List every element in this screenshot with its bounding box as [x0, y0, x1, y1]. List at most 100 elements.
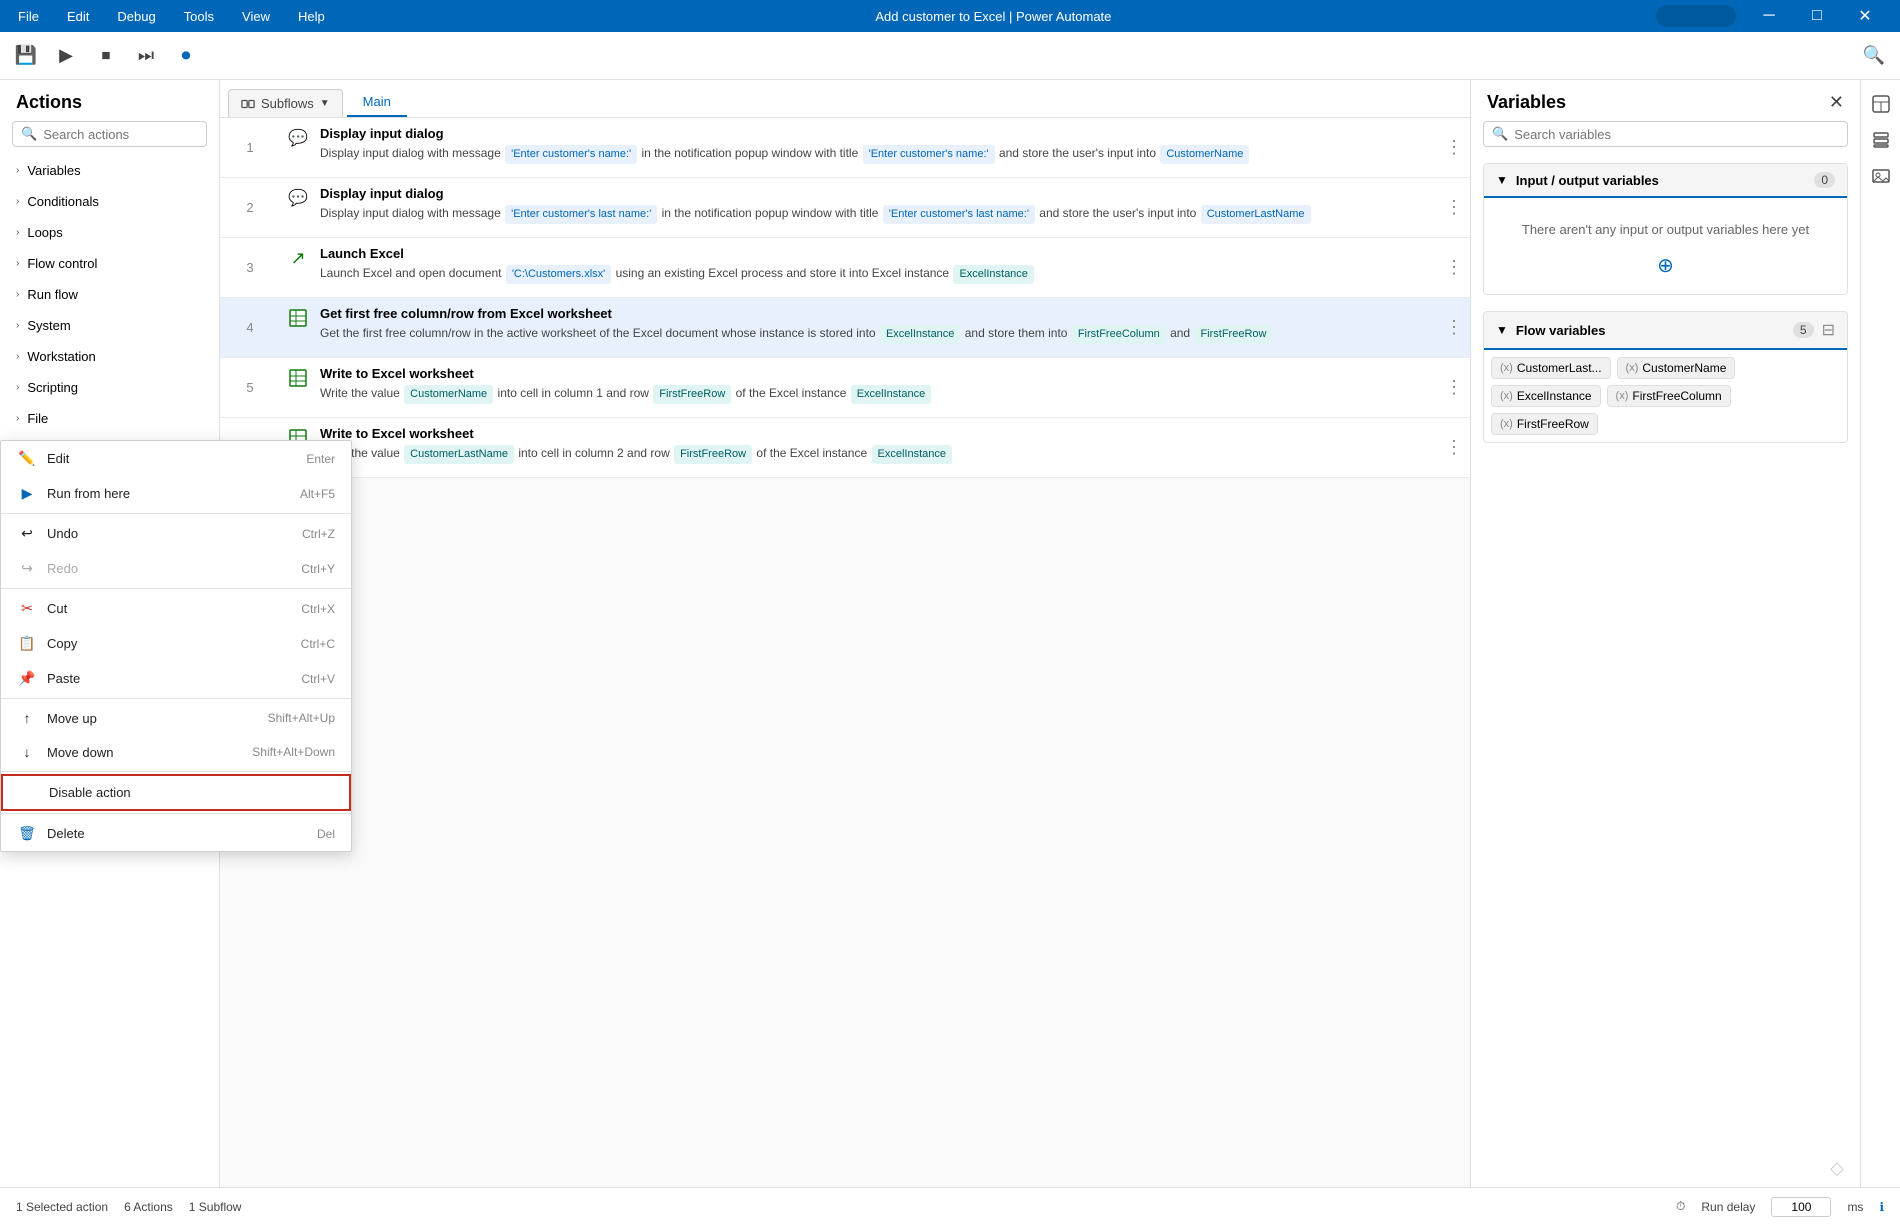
sidebar-item-scripting[interactable]: › Scripting	[0, 372, 219, 403]
step-more-button[interactable]: ⋮	[1438, 238, 1470, 297]
search-actions-input[interactable]	[43, 127, 198, 142]
context-redo[interactable]: ↪ Redo Ctrl+Y	[1, 551, 220, 586]
var-name: CustomerName	[1642, 361, 1726, 375]
step-more-button[interactable]: ⋮	[1438, 418, 1470, 477]
redo-icon: ↪	[17, 560, 37, 577]
tag: 'Enter customer's last name:'	[505, 205, 657, 224]
menu-file[interactable]: File	[12, 5, 45, 28]
context-undo[interactable]: ↩ Undo Ctrl+Z	[1, 516, 220, 551]
table-row[interactable]: 4 Get first free column/row from Excel w…	[220, 298, 1470, 358]
context-move-up[interactable]: ↑ Move up Shift+Alt+Up	[1, 701, 220, 735]
variables-panel-icon[interactable]	[1865, 88, 1897, 120]
step-more-button[interactable]: ⋮	[1438, 118, 1470, 177]
layers-icon[interactable]	[1865, 124, 1897, 156]
io-collapse-icon[interactable]: ▼	[1496, 173, 1508, 187]
search-variables-input[interactable]	[1514, 127, 1839, 142]
canvas-area: Subflows ▼ Main 1 💬 Display input dialog…	[220, 80, 1470, 1187]
menu-help[interactable]: Help	[292, 5, 331, 28]
context-edit[interactable]: ✏️ Edit Enter	[1, 441, 220, 476]
step-number: 2	[220, 178, 280, 237]
variables-close-button[interactable]: ✕	[1829, 92, 1844, 113]
flow-collapse-icon[interactable]: ▼	[1496, 323, 1508, 337]
main-layout: Actions 🔍 › Variables › Conditionals › L…	[0, 80, 1900, 1187]
table-row[interactable]: 6 Write to Excel worksheet Write the val…	[220, 418, 1470, 478]
sidebar-item-flow-control[interactable]: › Flow control	[0, 248, 219, 279]
sidebar-item-workstation[interactable]: › Workstation	[0, 341, 219, 372]
canvas-tabs: Subflows ▼ Main	[220, 80, 1470, 118]
table-row[interactable]: 2 💬 Display input dialog Display input d…	[220, 178, 1470, 238]
tag: 'Enter customer's last name:'	[883, 205, 1035, 224]
maximize-button[interactable]: □	[1794, 0, 1840, 32]
statusbar: 1 Selected action 6 Actions 1 Subflow ⏱ …	[0, 1187, 1900, 1225]
var-chip-customerlast[interactable]: (x) CustomerLast...	[1491, 357, 1611, 379]
info-icon[interactable]: ℹ	[1879, 1200, 1884, 1214]
add-io-variable-button[interactable]: ⊕	[1492, 245, 1839, 286]
step-desc: Launch Excel and open document 'C:\Custo…	[320, 264, 1430, 284]
window-title: Add customer to Excel | Power Automate	[875, 9, 1111, 24]
var-name: CustomerLast...	[1517, 361, 1602, 375]
var-chip-excelinstance[interactable]: (x) ExcelInstance	[1491, 385, 1601, 407]
step-more-button[interactable]: ⋮	[1438, 358, 1470, 417]
sidebar-item-label: Workstation	[27, 349, 95, 364]
var-chip-firstfreerow[interactable]: (x) FirstFreeRow	[1491, 413, 1598, 435]
record-button[interactable]: ⏺	[168, 38, 204, 74]
save-button[interactable]: 💾	[8, 38, 44, 74]
variables-search-box[interactable]: 🔍	[1483, 121, 1848, 147]
expand-arrow: ›	[16, 227, 19, 238]
filter-icon[interactable]: ⊟	[1822, 320, 1835, 340]
context-disable-label: Disable action	[49, 785, 131, 800]
step-icon: ↗	[280, 238, 316, 297]
menu-edit[interactable]: Edit	[61, 5, 95, 28]
context-cut[interactable]: ✂ Cut Ctrl+X	[1, 591, 220, 626]
sidebar-item-run-flow[interactable]: › Run flow	[0, 279, 219, 310]
image-icon[interactable]	[1865, 160, 1897, 192]
context-copy[interactable]: 📋 Copy Ctrl+C	[1, 626, 220, 661]
flow-section-header[interactable]: ▼ Flow variables 5 ⊟	[1484, 312, 1847, 350]
menu-debug[interactable]: Debug	[111, 5, 161, 28]
sidebar-item-variables[interactable]: › Variables	[0, 155, 219, 186]
table-row[interactable]: 3 ↗ Launch Excel Launch Excel and open d…	[220, 238, 1470, 298]
var-name: FirstFreeColumn	[1632, 389, 1721, 403]
subflows-dropdown-icon[interactable]: ▼	[320, 98, 330, 109]
context-run-from-here[interactable]: ▶ Run from here Alt+F5	[1, 476, 220, 511]
step-button[interactable]: ⏭	[128, 38, 164, 74]
close-button[interactable]: ✕	[1842, 0, 1888, 32]
stop-button[interactable]: ⏹	[88, 38, 124, 74]
io-section-header[interactable]: ▼ Input / output variables 0	[1484, 164, 1847, 198]
context-delete[interactable]: 🗑 Delete Del	[1, 816, 220, 851]
cut-icon: ✂	[17, 600, 37, 617]
step-more-button[interactable]: ⋮	[1438, 298, 1470, 357]
titlebar-menu[interactable]: File Edit Debug Tools View Help	[12, 5, 331, 28]
step-title: Get first free column/row from Excel wor…	[320, 306, 1430, 321]
tag: CustomerLastName	[404, 445, 514, 464]
minimize-button[interactable]: ─	[1746, 0, 1792, 32]
step-more-button[interactable]: ⋮	[1438, 178, 1470, 237]
sidebar-item-label: Conditionals	[27, 194, 99, 209]
table-row[interactable]: 5 Write to Excel worksheet Write the val…	[220, 358, 1470, 418]
context-disable-action[interactable]: Disable action	[1, 774, 220, 811]
var-prefix-icon: (x)	[1500, 418, 1513, 430]
var-chip-firstfreecolumn[interactable]: (x) FirstFreeColumn	[1607, 385, 1731, 407]
run-delay-input[interactable]	[1771, 1197, 1831, 1217]
sidebar-item-file[interactable]: › File	[0, 403, 219, 434]
context-move-down[interactable]: ↓ Move down Shift+Alt+Down	[1, 735, 220, 769]
sidebar-item-label: File	[27, 411, 48, 426]
sidebar-item-system[interactable]: › System	[0, 310, 219, 341]
menu-tools[interactable]: Tools	[178, 5, 220, 28]
context-paste[interactable]: 📌 Paste Ctrl+V	[1, 661, 220, 696]
tab-main[interactable]: Main	[347, 88, 407, 117]
subflow-count: 1 Subflow	[189, 1200, 242, 1214]
var-chip-customername[interactable]: (x) CustomerName	[1617, 357, 1736, 379]
table-row[interactable]: 1 💬 Display input dialog Display input d…	[220, 118, 1470, 178]
sidebar-item-loops[interactable]: › Loops	[0, 217, 219, 248]
run-button[interactable]: ▶	[48, 38, 84, 74]
menu-view[interactable]: View	[236, 5, 276, 28]
tag: FirstFreeColumn	[1072, 325, 1166, 344]
step-number: 3	[220, 238, 280, 297]
sidebar-item-label: System	[27, 318, 70, 333]
toolbar-search-icon[interactable]: 🔍	[1856, 38, 1892, 74]
sidebar-item-conditionals[interactable]: › Conditionals	[0, 186, 219, 217]
tab-subflows[interactable]: Subflows ▼	[228, 89, 343, 117]
actions-search-box[interactable]: 🔍	[12, 121, 207, 147]
sidebar-item-label: Loops	[27, 225, 62, 240]
